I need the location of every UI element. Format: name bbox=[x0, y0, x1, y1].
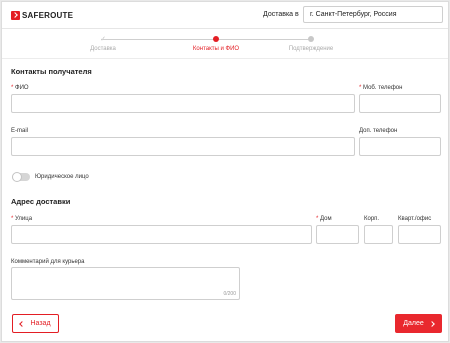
extra-phone-label: Доп. телефон bbox=[359, 128, 398, 134]
logo-icon bbox=[11, 11, 20, 20]
back-button-label: Назад bbox=[30, 320, 51, 327]
step-contacts: Контакты и ФИО bbox=[192, 46, 240, 52]
address-section-title: Адрес доставки bbox=[11, 197, 71, 206]
logo-text: SAFEROUTE bbox=[22, 11, 74, 20]
next-button[interactable]: Далее bbox=[395, 314, 442, 333]
fio-label: * ФИО bbox=[11, 85, 29, 91]
extra-phone-input[interactable] bbox=[359, 137, 441, 156]
logo: SAFEROUTE bbox=[11, 10, 73, 21]
step-active-dot-icon bbox=[213, 36, 219, 42]
legal-entity-toggle[interactable] bbox=[12, 172, 30, 182]
fio-input[interactable] bbox=[11, 94, 355, 113]
divider bbox=[2, 58, 448, 59]
delivery-label: Доставка в bbox=[263, 11, 299, 18]
email-input[interactable] bbox=[11, 137, 355, 156]
step-confirmation: Подтверждение bbox=[288, 46, 334, 52]
email-label: E-mail bbox=[11, 128, 29, 134]
city-input[interactable]: г. Санкт-Петербург, Россия bbox=[303, 6, 443, 23]
back-button[interactable]: Назад bbox=[12, 314, 59, 333]
stepper-line-2 bbox=[219, 39, 311, 40]
comment-label: Комментарий для курьера bbox=[11, 259, 85, 265]
recipient-section-title: Контакты получателя bbox=[11, 67, 92, 76]
chevron-right-icon bbox=[428, 320, 435, 327]
chevron-left-icon bbox=[19, 320, 26, 327]
stepper: ✓ Доставка Контакты и ФИО Подтверждение bbox=[2, 34, 448, 56]
apartment-input[interactable] bbox=[398, 225, 441, 244]
toggle-knob bbox=[12, 172, 22, 182]
building-label: Корп. bbox=[364, 216, 380, 222]
street-label: * Улица bbox=[11, 216, 33, 222]
house-label: * Дом bbox=[316, 216, 332, 222]
step-delivery[interactable]: Доставка bbox=[90, 46, 116, 52]
step-pending-dot-icon bbox=[308, 36, 314, 42]
building-input[interactable] bbox=[364, 225, 393, 244]
stepper-line-1 bbox=[103, 39, 215, 40]
legal-entity-label: Юридическое лицо bbox=[35, 174, 89, 180]
apartment-label: Кварт./офис bbox=[398, 216, 432, 222]
next-button-label: Далее bbox=[403, 320, 424, 327]
comment-textarea[interactable]: 0/200 bbox=[11, 267, 240, 300]
step-done-check-icon: ✓ bbox=[100, 36, 106, 43]
mobile-phone-input[interactable] bbox=[359, 94, 441, 113]
street-input[interactable] bbox=[11, 225, 312, 244]
comment-counter: 0/200 bbox=[223, 291, 236, 297]
mobile-phone-label: * Моб. телефон bbox=[359, 85, 403, 91]
widget-frame: SAFEROUTE Доставка в г. Санкт-Петербург,… bbox=[1, 1, 449, 342]
house-input[interactable] bbox=[316, 225, 359, 244]
header: SAFEROUTE Доставка в г. Санкт-Петербург,… bbox=[2, 2, 448, 29]
